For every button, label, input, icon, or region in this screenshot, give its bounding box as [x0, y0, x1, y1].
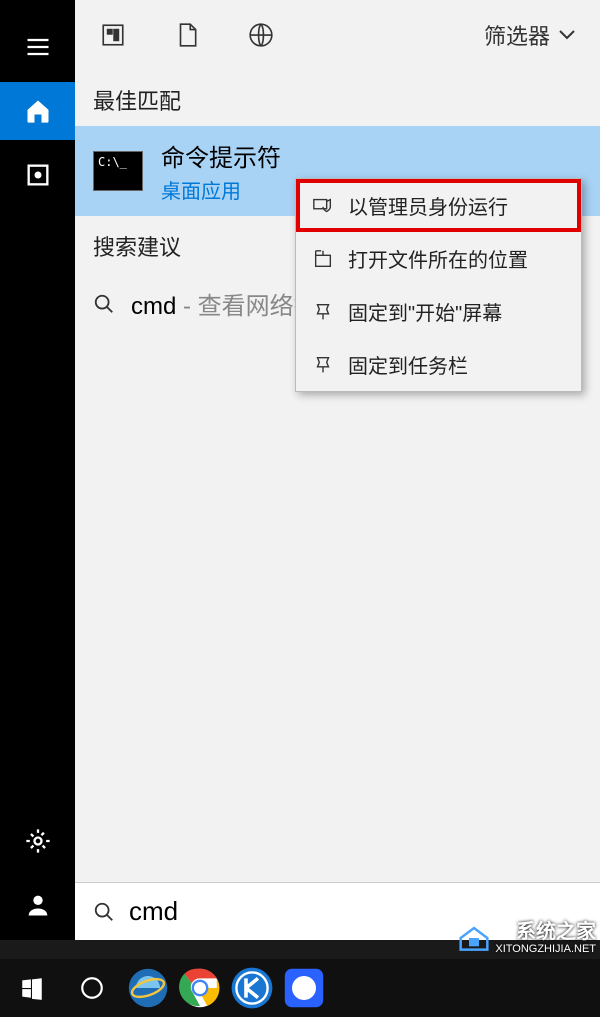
topbar-apps-button[interactable]: [91, 13, 135, 57]
context-item-label: 固定到任务栏: [348, 350, 468, 379]
context-pin-taskbar[interactable]: 固定到任务栏: [296, 338, 581, 391]
globe-icon: [248, 22, 274, 48]
document-icon: [174, 22, 200, 48]
sidebar-settings[interactable]: [0, 812, 75, 870]
filter-label: 筛选器: [484, 19, 550, 51]
sidebar-apps[interactable]: [0, 146, 75, 204]
app-icon: [280, 964, 328, 1012]
hamburger-icon: [24, 33, 52, 61]
watermark-url: XITONGZHIJIA.NET: [495, 943, 596, 955]
chevron-down-icon: [558, 29, 576, 41]
context-item-label: 打开文件所在的位置: [348, 244, 528, 273]
windows-icon: [19, 975, 45, 1001]
shield-icon: [312, 195, 334, 217]
context-open-location[interactable]: 打开文件所在的位置: [296, 232, 581, 285]
suggestion-query: cmd: [131, 293, 176, 320]
watermark: 系统之家 XITONGZHIJIA.NET: [457, 921, 596, 955]
watermark-title: 系统之家: [495, 921, 596, 943]
context-item-label: 固定到"开始"屏幕: [348, 297, 502, 326]
watermark-logo-icon: [457, 923, 491, 953]
start-button[interactable]: [4, 964, 60, 1012]
folder-icon: [312, 248, 334, 270]
context-menu: 以管理员身份运行 打开文件所在的位置 固定到"开始"屏幕 固定到任务栏: [295, 178, 582, 392]
ie-icon: [124, 964, 172, 1012]
taskbar-chrome[interactable]: [176, 966, 224, 1010]
apps-icon: [24, 161, 52, 189]
start-sidebar: [0, 0, 75, 940]
cmd-icon: C:\_: [93, 151, 143, 191]
sidebar-account[interactable]: [0, 876, 75, 934]
topbar-documents-button[interactable]: [165, 13, 209, 57]
taskbar-kugou[interactable]: [228, 966, 276, 1010]
taskbar-app[interactable]: [280, 966, 328, 1010]
pin-icon: [312, 354, 334, 376]
result-title: 命令提示符: [161, 138, 281, 173]
filter-button[interactable]: 筛选器: [484, 19, 584, 51]
kugou-icon: [228, 964, 276, 1012]
search-icon: [93, 293, 115, 315]
gear-icon: [24, 827, 52, 855]
result-subtitle: 桌面应用: [161, 175, 281, 204]
account-icon: [24, 891, 52, 919]
sidebar-home[interactable]: [0, 82, 75, 140]
cortana-button[interactable]: [64, 964, 120, 1012]
topbar: 筛选器: [75, 0, 600, 70]
pin-icon: [312, 301, 334, 323]
search-icon: [93, 901, 115, 923]
context-run-as-admin[interactable]: 以管理员身份运行: [296, 179, 581, 232]
chrome-icon: [176, 964, 224, 1012]
taskbar-ie[interactable]: [124, 966, 172, 1010]
search-panel: 筛选器 最佳匹配 C:\_ 命令提示符 桌面应用 搜索建议 cmd - 查看网络…: [75, 0, 600, 940]
topbar-web-button[interactable]: [239, 13, 283, 57]
hamburger-menu[interactable]: [0, 18, 75, 76]
cortana-icon: [79, 975, 105, 1001]
apps-grid-icon: [100, 22, 126, 48]
home-icon: [24, 97, 52, 125]
context-pin-start[interactable]: 固定到"开始"屏幕: [296, 285, 581, 338]
taskbar: [0, 959, 600, 1017]
context-item-label: 以管理员身份运行: [348, 191, 508, 220]
best-match-header: 最佳匹配: [75, 70, 600, 126]
